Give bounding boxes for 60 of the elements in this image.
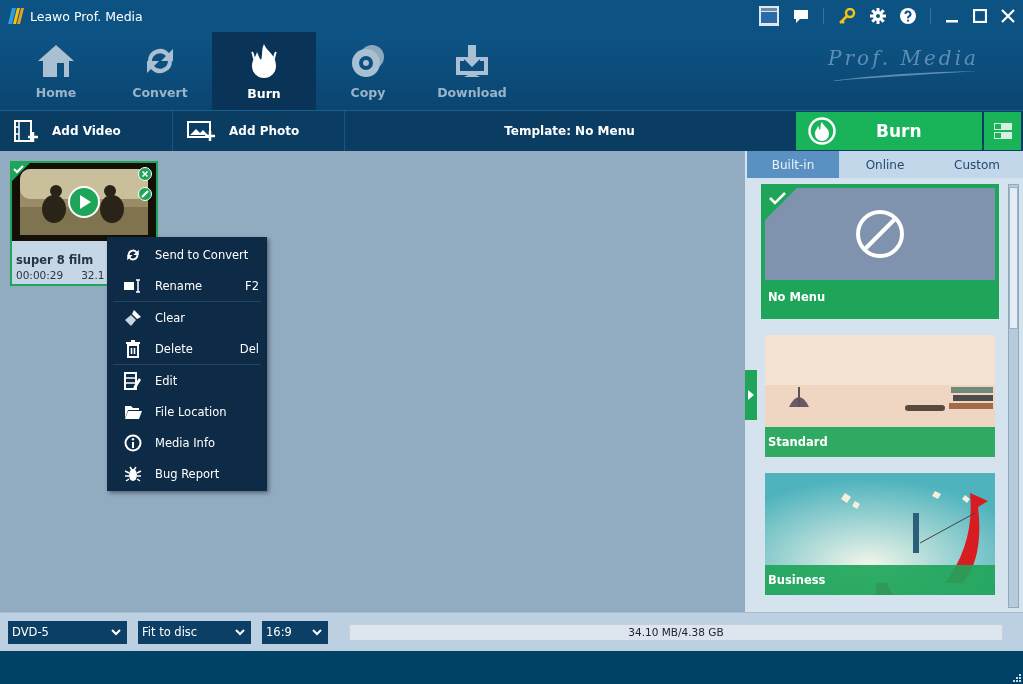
news-icon[interactable] [759,6,779,26]
disc-icon [350,42,386,79]
menu-item[interactable]: Bug Report [113,458,261,489]
layout-icon [993,123,1012,139]
aspect-ratio-dropdown[interactable]: 16:9 [262,620,328,644]
close-icon[interactable] [1001,9,1015,23]
check-icon [12,163,30,181]
nav-tab[interactable]: Burn [212,32,316,110]
rename-icon [123,278,143,293]
video-title: super 8 film [16,253,94,267]
chevron-down-icon [235,628,245,636]
download-icon [454,42,490,79]
key-icon[interactable] [838,8,856,24]
chevron-down-icon [111,628,121,636]
app-logo-icon [8,8,24,24]
template-name: No Menu [767,289,827,306]
chevron-down-icon [312,628,322,636]
maximize-icon[interactable] [973,9,987,23]
video-duration: 00:00:29 [16,269,64,281]
template-tab[interactable]: Custom [931,151,1023,178]
video-size: 32.1 [81,269,105,281]
nav-tab[interactable]: Download [420,32,524,110]
disc-usage-label: 34.10 MB/4.38 GB [628,626,724,638]
brand-logo-text: Prof. Media [828,46,979,70]
layout-toggle-button[interactable] [984,112,1021,150]
template-name: Business [768,573,826,587]
resize-grip-icon[interactable] [1013,674,1021,682]
bug-icon [123,464,143,483]
menu-item[interactable]: Media Info [113,427,261,458]
chat-icon[interactable] [793,8,809,24]
panel-toggle[interactable] [745,370,757,420]
template-name: Standard [768,435,828,449]
fit-mode-dropdown[interactable]: Fit to disc [138,620,251,644]
info-icon [123,433,143,452]
trash-icon [123,339,143,358]
menu-item[interactable]: File Location [113,396,261,427]
window-title: Leawo Prof. Media [30,8,143,24]
home-icon [36,42,76,79]
settings-icon[interactable] [870,8,886,24]
arrow-right-icon [748,390,754,400]
help-icon[interactable] [900,8,916,24]
menu-item[interactable]: Edit [113,365,261,396]
menu-item[interactable]: Clear [113,302,261,333]
film-add-icon [14,120,38,142]
disc-type-dropdown[interactable]: DVD-5 [8,620,127,644]
nav-tab[interactable]: Copy [316,32,420,110]
brush-icon [123,308,143,327]
film-edit-icon [123,371,143,390]
folder-icon [123,403,143,420]
menu-item[interactable]: Delete Del [113,333,261,364]
play-icon[interactable] [68,186,100,218]
nav-tab[interactable]: Convert [108,32,212,110]
check-icon [765,188,797,220]
flame-icon [808,117,836,145]
scrollbar[interactable] [1008,184,1019,608]
nav-tab[interactable]: Home [4,32,108,110]
template-tab[interactable]: Online [839,151,931,178]
template-label: Template: No Menu [504,124,635,138]
no-symbol-icon [855,209,905,259]
photo-add-icon [187,121,215,141]
